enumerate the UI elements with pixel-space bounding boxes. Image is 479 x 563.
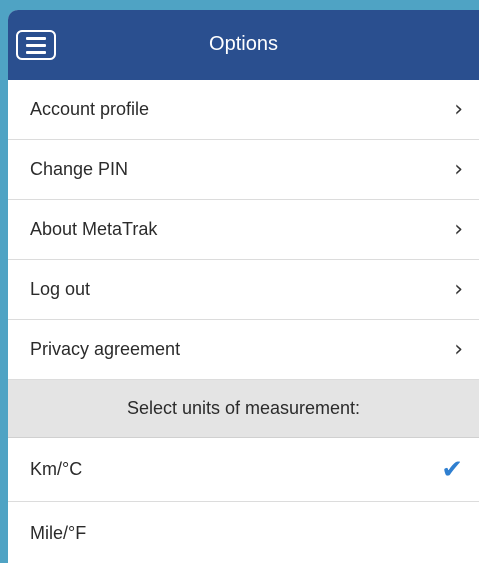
menu-item-label: Log out bbox=[30, 279, 91, 299]
menu-item-about[interactable]: About MetaTrak › bbox=[8, 200, 479, 260]
menu-item-account-profile[interactable]: Account profile › bbox=[8, 80, 479, 140]
chevron-right-icon: › bbox=[454, 277, 463, 302]
header-bar: Options bbox=[8, 10, 479, 80]
menu-item-label: Account profile bbox=[30, 99, 150, 119]
chevron-right-icon: › bbox=[454, 217, 463, 242]
unit-option-km-celsius[interactable]: Km/°C ✔ bbox=[8, 438, 479, 502]
page-title: Options bbox=[209, 32, 278, 55]
menu-item-label: About MetaTrak bbox=[30, 219, 158, 239]
chevron-right-icon: › bbox=[454, 97, 463, 122]
menu-item-log-out[interactable]: Log out › bbox=[8, 260, 479, 320]
options-screen: Options Account profile › Change PIN › A… bbox=[8, 10, 479, 563]
menu-item-label: Change PIN bbox=[30, 159, 129, 179]
menu-item-privacy-agreement[interactable]: Privacy agreement › bbox=[8, 320, 479, 380]
chevron-right-icon: › bbox=[454, 337, 463, 362]
unit-option-label: Mile/°F bbox=[30, 523, 87, 543]
checkmark-icon: ✔ bbox=[441, 454, 463, 485]
menu-item-label: Privacy agreement bbox=[30, 339, 181, 359]
hamburger-menu-icon[interactable] bbox=[16, 30, 56, 60]
chevron-right-icon: › bbox=[454, 157, 463, 182]
unit-option-label: Km/°C bbox=[30, 459, 83, 479]
units-section-header: Select units of measurement: bbox=[8, 380, 479, 438]
unit-option-mile-fahrenheit[interactable]: Mile/°F bbox=[8, 502, 479, 563]
menu-item-change-pin[interactable]: Change PIN › bbox=[8, 140, 479, 200]
